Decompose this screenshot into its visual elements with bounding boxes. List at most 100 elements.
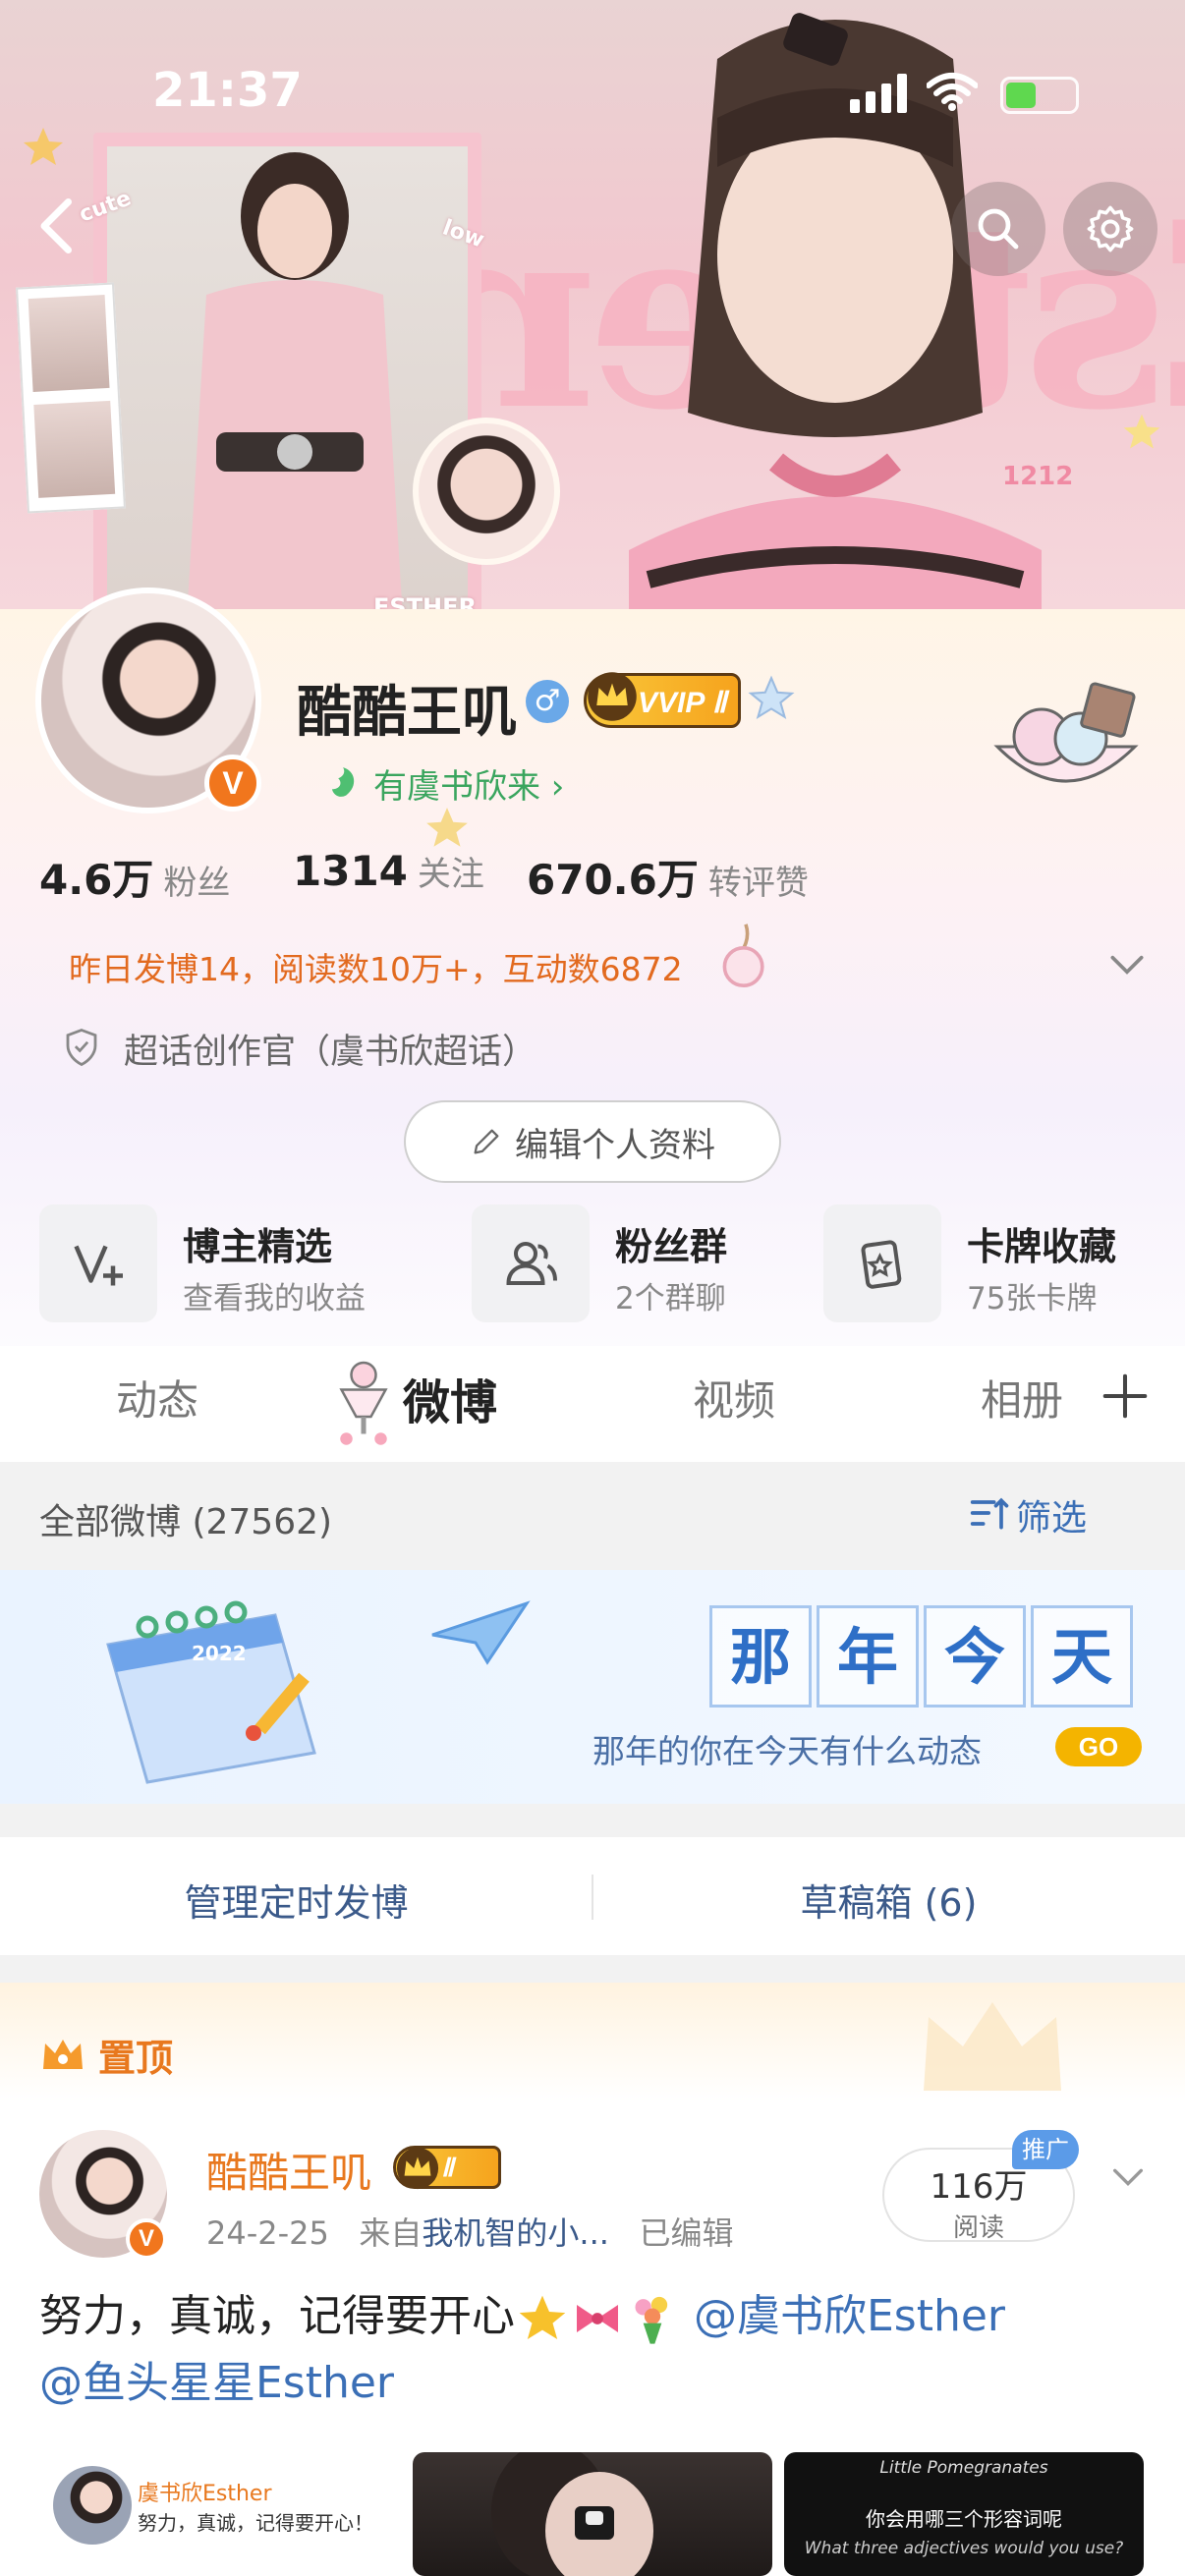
video-caption-top: Little Pomegranates: [879, 2458, 1048, 2478]
filter-button[interactable]: 筛选: [1016, 1489, 1087, 1540]
cell-signal-icon: [850, 74, 907, 113]
photo-figure: [491, 2452, 653, 2576]
quick-card-subtitle: 2个群聊: [615, 1281, 726, 1316]
post-text: 努力，真诚，记得要开心: [39, 2291, 515, 2341]
star-decor-icon: [748, 675, 795, 720]
post-date: 24-2-25: [206, 2214, 329, 2252]
paper-plane-icon: [431, 1600, 531, 1665]
post-filter-bar: 全部微博 (27562) 筛选: [0, 1462, 1185, 1570]
post-video-thumbnail[interactable]: Little Pomegranates 你会用哪三个形容词呢 What thre…: [784, 2452, 1144, 2576]
search-button[interactable]: [951, 182, 1045, 276]
stat-following[interactable]: 1314 关注: [293, 847, 484, 895]
mention-link[interactable]: @鱼头星星Esther: [39, 2358, 394, 2408]
chevron-down-icon[interactable]: [1108, 2157, 1148, 2197]
memory-title-char: 年: [817, 1605, 919, 1708]
supertopic-role[interactable]: 超话创作官（虞书欣超话）: [124, 1024, 536, 1074]
search-icon: [978, 208, 1019, 250]
quick-card-subtitle: 75张卡牌: [967, 1281, 1098, 1316]
tab-weibo[interactable]: 微博: [403, 1364, 497, 1432]
star-sticker-icon: [1123, 414, 1160, 449]
star-emoji-icon: [519, 2295, 566, 2339]
mention-link[interactable]: @虞书欣Esther: [694, 2291, 1005, 2341]
pinned-post[interactable]: 置顶 V 酷酷王叽 Ⅱ 24-2-25 来自我机智的小... 已编辑 116万 …: [0, 1983, 1185, 2576]
daily-summary[interactable]: 昨日发博14，阅读数10万+，互动数6872: [69, 943, 683, 990]
stat-engagement[interactable]: 670.6万 转评赞: [527, 847, 809, 907]
post-meta: 24-2-25 来自我机智的小... 已编辑: [206, 2209, 733, 2254]
section-divider: [0, 1955, 1185, 1983]
memory-title-char: 天: [1031, 1605, 1133, 1708]
gear-icon: [1087, 205, 1134, 252]
memory-title-char: 今: [924, 1605, 1026, 1708]
reads-label: 阅读: [952, 2213, 1004, 2243]
edit-profile-button[interactable]: 编辑个人资料: [404, 1100, 781, 1183]
verified-badge: V: [126, 2218, 167, 2260]
tab-video[interactable]: 视频: [693, 1368, 775, 1428]
card-collection-card[interactable]: 卡牌收藏 75张卡牌: [823, 1204, 1157, 1324]
post-count-label: 全部微博 (27562): [39, 1502, 333, 1542]
section-divider: [0, 1804, 1185, 1837]
star-sticker-icon: [24, 128, 63, 165]
cherry-decor-icon: [722, 924, 764, 987]
male-gender-icon: ♂: [526, 680, 569, 723]
card-icon: [823, 1204, 941, 1322]
profile-tabs: 动态 微博 视频 相册: [0, 1346, 1185, 1462]
calendar-icon: 2022: [106, 1600, 316, 1784]
post-image-thumbnail[interactable]: [413, 2452, 772, 2576]
pinned-crown-icon: [43, 2040, 83, 2069]
mini-post-text: 努力，真诚，记得要开心！: [138, 2511, 373, 2535]
dessert-sticker-icon: [993, 682, 1139, 783]
post-author-name[interactable]: 酷酷王叽: [206, 2140, 371, 2200]
quick-card-title: 博主精选: [183, 1225, 333, 1268]
status-bar: 21:37: [0, 0, 1185, 118]
post-edited: 已编辑: [639, 2214, 734, 2252]
post-source[interactable]: 我机智的小...: [422, 2214, 609, 2252]
promote-tag[interactable]: 推广: [1012, 2130, 1079, 2169]
post-source-prefix: 来自: [359, 2214, 423, 2252]
crown-icon: [588, 672, 637, 721]
pinned-label: 置顶: [98, 2037, 174, 2080]
sundae-decor-icon: [339, 1361, 388, 1445]
memory-title-char: 那: [709, 1605, 812, 1708]
post-image-thumbnail[interactable]: 虞书欣Esther 努力，真诚，记得要开心！: [39, 2452, 401, 2576]
stat-followers[interactable]: 4.6万 粉丝: [39, 847, 230, 907]
crown-icon: [396, 2147, 439, 2190]
cover-circle-photo: [413, 418, 560, 565]
post-manage-bar: 管理定时发博 草稿箱 (6): [0, 1837, 1185, 1955]
crown-watermark-icon: [924, 2002, 1061, 2091]
pencil-icon: [474, 1129, 499, 1154]
profile-username: 酷酷王叽: [297, 681, 517, 745]
fan-tag-link[interactable]: 有虞书欣来 ›: [373, 759, 564, 808]
quick-card-title: 卡牌收藏: [967, 1225, 1117, 1268]
ribbon-emoji-icon: [577, 2305, 618, 2332]
on-this-day-banner[interactable]: 2022 那 年 今 天 那年的你在今天有什么动态 GO: [0, 1570, 1185, 1804]
settings-button[interactable]: [1063, 182, 1157, 276]
v-plus-icon: [39, 1204, 157, 1322]
calendar-year: 2022: [192, 1642, 247, 1665]
post-body: 努力，真诚，记得要开心 @虞书欣Esther @鱼头星星Esther: [39, 2283, 1159, 2417]
mini-author-name: 虞书欣Esther: [138, 2482, 272, 2506]
cover-figure-left: [187, 152, 403, 619]
mini-avatar: [53, 2466, 132, 2545]
status-time: 21:37: [152, 63, 303, 118]
video-caption-main: 你会用哪三个形容词呢: [866, 2507, 1062, 2531]
group-icon: [472, 1204, 590, 1322]
tab-album[interactable]: 相册: [981, 1368, 1063, 1428]
verified-badge: V: [204, 755, 261, 812]
memory-subtitle: 那年的你在今天有什么动态: [592, 1732, 982, 1770]
filter-icon[interactable]: [967, 1491, 1014, 1535]
creator-picks-card[interactable]: 博主精选 查看我的收益: [39, 1204, 432, 1324]
drafts-button[interactable]: 草稿箱 (6): [592, 1873, 1185, 1927]
quick-card-subtitle: 查看我的收益: [183, 1281, 366, 1316]
scheduled-posts-button[interactable]: 管理定时发博: [0, 1873, 592, 1927]
battery-icon: [1000, 77, 1079, 114]
chevron-down-icon[interactable]: [1105, 943, 1149, 986]
fan-leaf-icon: [331, 767, 355, 797]
fan-group-card[interactable]: 粉丝群 2个群聊: [472, 1204, 806, 1324]
edit-profile-label: 编辑个人资料: [515, 1125, 715, 1165]
cover-polaroid: [16, 282, 126, 514]
video-caption-sub: What three adjectives would you use?: [804, 2539, 1124, 2558]
add-tab-icon[interactable]: [1099, 1370, 1152, 1423]
back-icon[interactable]: [24, 192, 92, 260]
memory-go-button[interactable]: GO: [1055, 1727, 1142, 1766]
tab-dynamic[interactable]: 动态: [116, 1368, 198, 1428]
